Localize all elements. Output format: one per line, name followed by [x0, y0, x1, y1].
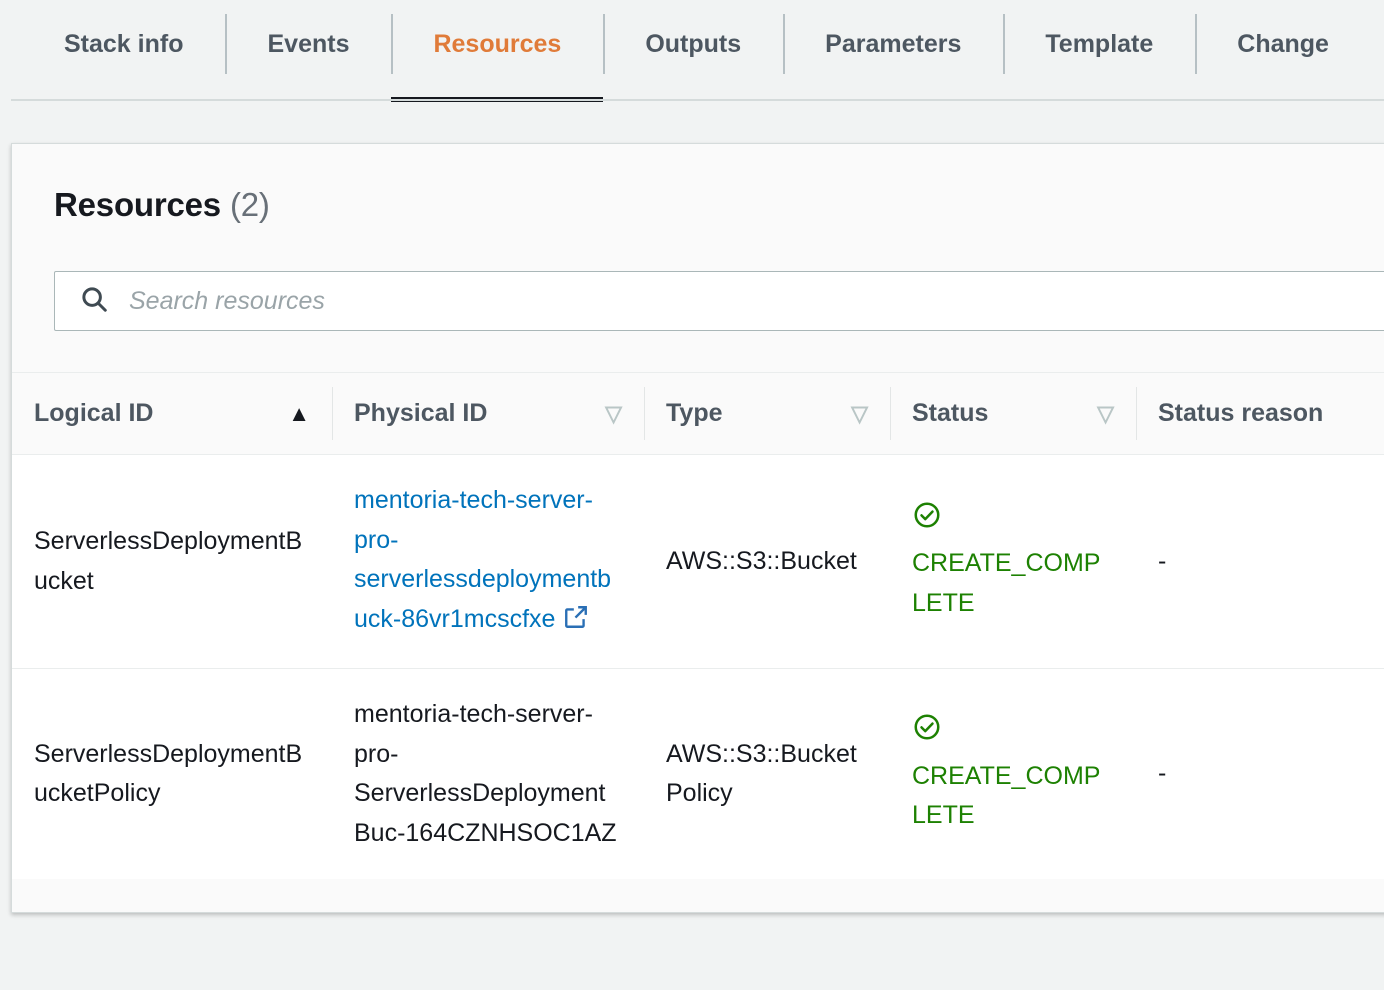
external-link-icon[interactable]: [563, 603, 589, 643]
stack-detail-tabbar: Stack info Events Resources Outputs Para…: [0, 0, 1384, 102]
check-circle-icon: [912, 500, 1114, 543]
column-header-logical-id[interactable]: Logical ID ▲: [12, 372, 332, 455]
tab-label: Parameters: [825, 29, 962, 58]
resources-panel: Resources (2) Logical ID ▲: [11, 143, 1384, 913]
tab-label: Change: [1237, 29, 1329, 58]
cell-status-reason: -: [1136, 454, 1384, 669]
sort-descending-icon[interactable]: ▽: [1097, 402, 1114, 425]
tab-label: Outputs: [645, 29, 742, 58]
tab-label: Stack info: [64, 29, 184, 58]
column-label: Status reason: [1158, 399, 1324, 427]
panel-header: Resources (2): [12, 144, 1384, 372]
column-label: Physical ID: [354, 399, 488, 427]
table-header-row: Logical ID ▲ Physical ID ▽ Type ▽ Status…: [12, 372, 1384, 455]
column-header-physical-id[interactable]: Physical ID ▽: [332, 372, 644, 455]
column-label: Type: [666, 399, 723, 427]
sort-ascending-icon[interactable]: ▲: [288, 402, 310, 425]
column-header-type[interactable]: Type ▽: [644, 372, 890, 455]
tab-label: Events: [267, 29, 350, 58]
sort-descending-icon[interactable]: ▽: [851, 402, 868, 425]
search-box[interactable]: [54, 271, 1384, 331]
check-circle-icon: [912, 712, 1114, 755]
tabbar-divider: [11, 99, 1384, 101]
tab-events[interactable]: Events: [225, 0, 391, 88]
cell-logical-id: ServerlessDeploymentBucket: [12, 454, 332, 669]
column-label: Status: [912, 399, 989, 427]
tab-resources[interactable]: Resources: [391, 0, 604, 102]
tab-template[interactable]: Template: [1003, 0, 1195, 88]
cell-logical-id: ServerlessDeploymentBucketPolicy: [12, 668, 332, 879]
table-row: ServerlessDeploymentBucketPolicy mentori…: [12, 668, 1384, 879]
status-badge: CREATE_COMPLETE: [912, 761, 1101, 830]
tab-label: Template: [1045, 29, 1154, 58]
search-icon: [79, 284, 109, 319]
tab-stack-info[interactable]: Stack info: [22, 0, 225, 88]
resources-table: Logical ID ▲ Physical ID ▽ Type ▽ Status…: [12, 372, 1384, 879]
cell-physical-id: mentoria-tech-server-pro-serverlessdeplo…: [332, 454, 644, 669]
cell-status: CREATE_COMPLETE: [890, 454, 1136, 669]
column-header-status[interactable]: Status ▽: [890, 372, 1136, 455]
sort-descending-icon[interactable]: ▽: [605, 402, 622, 425]
table-row: ServerlessDeploymentBucket mentoria-tech…: [12, 454, 1384, 669]
search-input[interactable]: [127, 285, 1384, 317]
tab-label: Resources: [433, 29, 562, 58]
page-title: Resources (2): [54, 186, 1384, 224]
status-badge: CREATE_COMPLETE: [912, 549, 1101, 617]
tab-parameters[interactable]: Parameters: [783, 0, 1003, 88]
cell-physical-id: mentoria-tech-server-pro-ServerlessDeplo…: [332, 668, 644, 879]
cell-type: AWS::S3::Bucket: [644, 454, 890, 669]
resource-count: (2): [229, 186, 270, 223]
cell-status-reason: -: [1136, 668, 1384, 879]
cell-status: CREATE_COMPLETE: [890, 668, 1136, 879]
tab-outputs[interactable]: Outputs: [603, 0, 783, 88]
cell-type: AWS::S3::BucketPolicy: [644, 668, 890, 879]
panel-title-text: Resources: [54, 186, 221, 223]
tab-list: Stack info Events Resources Outputs Para…: [0, 0, 1384, 102]
column-header-status-reason[interactable]: Status reason: [1136, 372, 1384, 455]
tab-change-sets[interactable]: Change: [1195, 0, 1371, 88]
column-label: Logical ID: [34, 399, 154, 427]
